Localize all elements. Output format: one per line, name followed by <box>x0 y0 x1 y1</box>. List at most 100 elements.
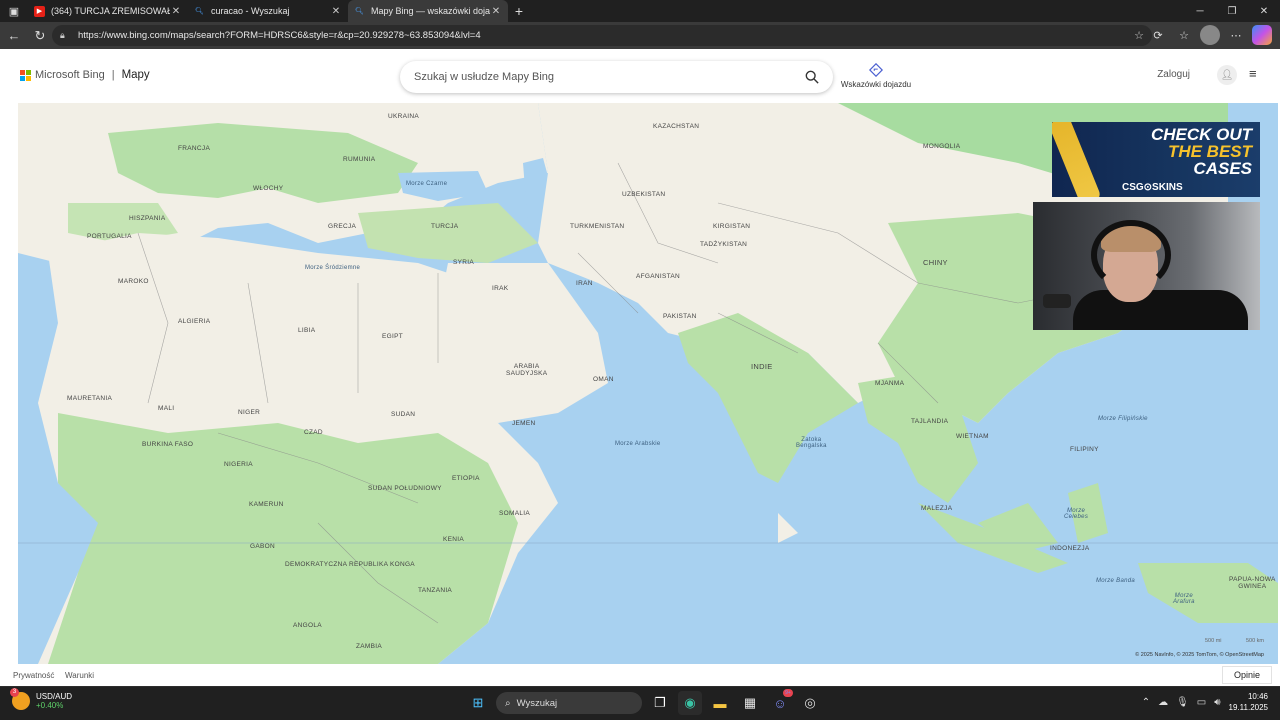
windows-taskbar: 3 USD/AUD +0.40% ⊞ ⌕ Wyszukaj ❐ ◉ ▬ ▦ ☺ 9… <box>0 686 1280 720</box>
browser-toolbar: ← ↻ 🔒︎ https://www.bing.com/maps/search?… <box>0 22 1280 49</box>
profile-avatar-icon[interactable] <box>1200 25 1220 45</box>
map-label: MONGOLIA <box>923 143 961 150</box>
hamburger-menu-icon[interactable]: ≡ <box>1249 67 1263 81</box>
refresh-icon[interactable]: ↻ <box>28 24 52 48</box>
bing-header: Microsoft Bing | Mapy Wskazówki dojazdu … <box>0 49 1280 103</box>
banner-headline: CHECK OUT THE BEST CASES <box>1151 126 1252 177</box>
section-name[interactable]: Mapy <box>122 69 150 81</box>
edge-browser-icon[interactable]: ◉ <box>678 691 702 715</box>
map-label: Zatoka Bengalska <box>796 437 827 449</box>
show-hidden-icons-icon[interactable]: ⌃ <box>1142 697 1150 708</box>
scale-km: 500 km <box>1245 638 1264 644</box>
network-icon[interactable]: ▭ <box>1197 697 1206 708</box>
favorites-icon[interactable]: ☆ <box>1174 25 1194 45</box>
windows-start-icon[interactable]: ⊞ <box>466 691 490 715</box>
bing-logo[interactable]: Microsoft Bing | Mapy <box>20 69 150 81</box>
map-label: FILIPINY <box>1070 446 1099 453</box>
directions-label: Wskazówki dojazdu <box>840 80 912 89</box>
bing-search-icon: 🔍︎ <box>355 8 364 15</box>
close-tab-icon[interactable]: ✕ <box>170 6 182 17</box>
close-tab-icon[interactable]: ✕ <box>490 6 502 17</box>
file-explorer-icon[interactable]: ▬ <box>708 691 732 715</box>
map-label: PAPUA-NOWA GWINEA <box>1229 576 1276 590</box>
banner-line: THE BEST <box>1167 142 1252 161</box>
map-search-input[interactable] <box>414 71 805 83</box>
signin-link[interactable]: Zaloguj <box>1157 69 1190 80</box>
sponsor-banner: CHECK OUT THE BEST CASES CSG⊙SKINS <box>1052 122 1260 197</box>
close-tab-icon[interactable]: ✕ <box>330 6 342 17</box>
map-label: Morze Czarne <box>406 181 448 187</box>
map-label: KENIA <box>443 536 465 543</box>
bing-search-icon: 🔍︎ <box>195 8 204 15</box>
map-label: FRANCJA <box>178 145 211 152</box>
map-label: ZAMBIA <box>356 643 382 650</box>
microphone-icon[interactable]: 🎙︎ <box>1176 697 1189 708</box>
ticker-widget[interactable]: 3 USD/AUD +0.40% <box>10 688 72 710</box>
close-window-icon[interactable]: ✕ <box>1248 0 1280 22</box>
clock-date: 19.11.2025 <box>1228 703 1268 712</box>
divider: | <box>111 69 115 81</box>
restore-icon[interactable]: ❐ <box>1216 0 1248 22</box>
map-label: UKRAINA <box>388 113 419 120</box>
map-label: IRAK <box>492 285 509 292</box>
new-tab-button[interactable]: + <box>508 3 530 19</box>
tab-bing-maps[interactable]: 🔍︎ Mapy Bing — wskazówki dojazdu ✕ <box>348 0 508 22</box>
map-label: Morze Śródziemne <box>305 265 361 271</box>
map-label: Morze Arabskie <box>615 441 661 447</box>
map-label: NIGER <box>238 409 261 416</box>
browser-tab-strip: ▣ ▶ (364) TURCJA ZREMISOWAŁA Z H ✕ 🔍︎ cu… <box>0 0 1280 22</box>
map-label: IRAN <box>576 280 593 287</box>
terms-link[interactable]: Warunki <box>65 671 94 680</box>
headphones <box>1091 220 1171 290</box>
map-label: ANGOLA <box>293 622 322 629</box>
map-label: SUDAN <box>391 411 416 418</box>
tab-youtube[interactable]: ▶ (364) TURCJA ZREMISOWAŁA Z H ✕ <box>28 0 188 22</box>
map-label: GABON <box>250 543 275 550</box>
map-label: TURCJA <box>431 223 459 230</box>
map-label: UZBEKISTAN <box>622 191 666 198</box>
search-icon[interactable] <box>805 70 819 84</box>
search-icon: ⌕ <box>505 697 511 709</box>
clock[interactable]: 10:46 19.11.2025 <box>1229 691 1268 713</box>
microsoft-store-icon[interactable]: ▦ <box>738 691 762 715</box>
favorite-star-icon[interactable]: ☆ <box>1134 29 1144 42</box>
onedrive-icon[interactable]: ☁ <box>1158 697 1168 708</box>
task-view-icon[interactable]: ❐ <box>648 691 672 715</box>
address-bar[interactable]: 🔒︎ https://www.bing.com/maps/search?FORM… <box>52 25 1152 46</box>
map-label: MALI <box>158 405 175 412</box>
map-label: ETIOPIA <box>452 475 480 482</box>
banner-line: CHECK OUT <box>1150 125 1252 144</box>
privacy-link[interactable]: Prywatność <box>13 671 54 680</box>
more-options-icon[interactable]: ⋯ <box>1226 25 1246 45</box>
volume-icon[interactable]: 🔊︎ <box>1214 697 1220 708</box>
extension-icon[interactable]: ⟳ <box>1148 25 1168 45</box>
tab-actions-menu-icon[interactable]: ▣ <box>0 0 28 22</box>
map-label: GRECJA <box>328 223 357 230</box>
map-label: Morze Arafura <box>1173 593 1195 605</box>
user-avatar-icon[interactable]: 👤︎ <box>1217 65 1237 85</box>
discord-icon[interactable]: ☺ 9+ <box>768 689 793 715</box>
feedback-button[interactable]: Opinie <box>1222 666 1272 684</box>
map-label: WIETNAM <box>956 433 989 440</box>
url-text[interactable]: https://www.bing.com/maps/search?FORM=HD… <box>78 30 1134 41</box>
back-icon[interactable]: ← <box>2 24 26 48</box>
map-search-box[interactable] <box>400 61 833 93</box>
tab-title: curacao - Wyszukaj <box>211 6 290 16</box>
map-label: PAKISTAN <box>663 313 697 320</box>
map-label: WŁOCHY <box>253 185 284 192</box>
map-label: HISZPANIA <box>129 215 166 222</box>
taskbar-search-label: Wyszukaj <box>516 697 558 709</box>
map-label: TAJLANDIA <box>911 418 949 425</box>
map-label: DEMOKRATYCZNA REPUBLIKA KONGA <box>285 561 415 568</box>
taskbar-search[interactable]: ⌕ Wyszukaj <box>496 692 642 714</box>
lock-icon[interactable]: 🔒︎ <box>60 30 74 41</box>
copilot-icon[interactable] <box>1252 25 1272 45</box>
tab-curacao[interactable]: 🔍︎ curacao - Wyszukaj ✕ <box>188 0 348 22</box>
directions-button[interactable]: Wskazówki dojazdu <box>840 63 912 89</box>
map-label: MAURETANIA <box>67 395 113 402</box>
minimize-icon[interactable]: ─ <box>1184 0 1216 22</box>
ticker-change: +0.40% <box>36 701 64 710</box>
map-label: TADŻYKISTAN <box>700 241 748 248</box>
map-label: SOMALIA <box>499 510 530 517</box>
app-icon[interactable]: ◎ <box>798 691 822 715</box>
